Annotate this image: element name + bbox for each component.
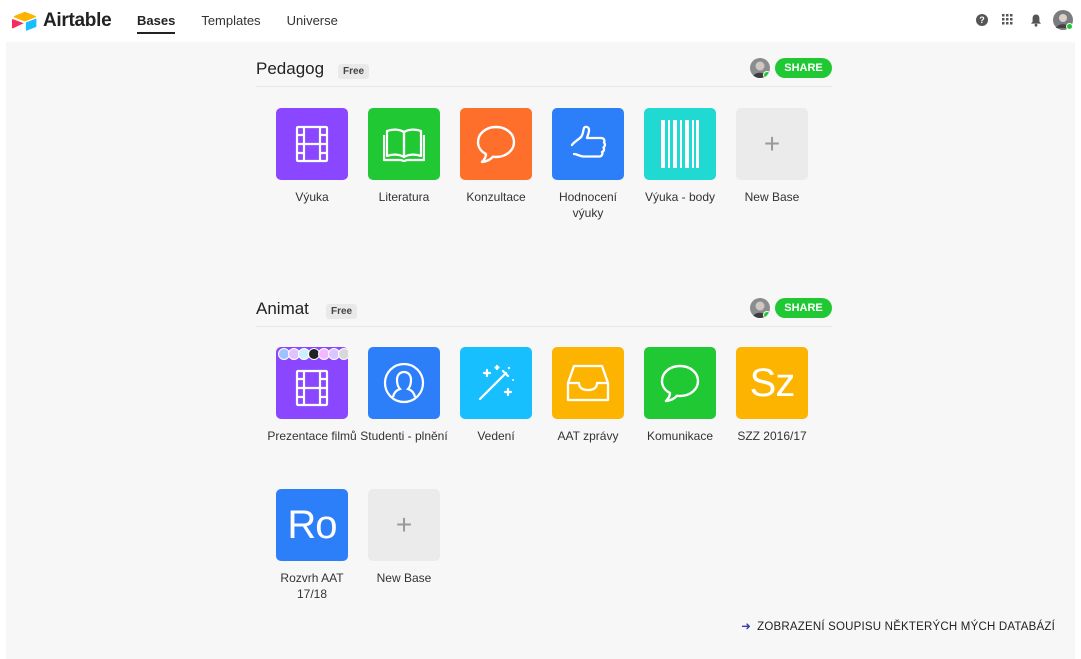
share-button[interactable]: SHARE — [775, 58, 832, 78]
film-icon — [295, 125, 329, 163]
share-button[interactable]: SHARE — [775, 298, 832, 318]
base-tile-rozvrh-aat[interactable]: Ro Rozvrh AAT 17/18 — [266, 489, 358, 602]
footer-caption-text: ZOBRAZENÍ SOUPISU NĚKTERÝCH MÝCH DATABÁZ… — [757, 621, 1055, 633]
base-icon — [552, 108, 624, 180]
base-icon — [460, 108, 532, 180]
inbox-tray-icon — [566, 364, 610, 402]
chat-bubble-icon — [660, 364, 700, 403]
base-tile-konzultace[interactable]: Konzultace — [450, 108, 542, 205]
base-icon: + — [736, 108, 808, 180]
base-icon — [276, 108, 348, 180]
base-initials: Ro — [287, 502, 337, 547]
base-label: New Base — [376, 571, 432, 585]
base-label: Rozvrh AAT 17/18 — [280, 571, 344, 601]
base-icon — [368, 347, 440, 419]
base-tile-aat-zpravy[interactable]: AAT zprávy — [542, 347, 634, 444]
base-icon: Ro — [276, 489, 348, 561]
base-icon: Sz — [736, 347, 808, 419]
chat-bubble-icon — [476, 125, 516, 164]
base-label: Komunikace — [646, 429, 714, 443]
base-initials: Sz — [749, 360, 796, 405]
film-icon — [295, 369, 329, 407]
base-icon — [644, 347, 716, 419]
bell-icon — [1031, 14, 1041, 27]
collaborator-avatar — [750, 298, 770, 318]
workspace-name[interactable]: Animat — [256, 299, 309, 319]
base-label: Výuka - body — [644, 190, 716, 204]
base-label: SZZ 2016/17 — [737, 429, 807, 443]
base-label: Výuka — [295, 190, 329, 204]
base-icon — [276, 347, 348, 419]
airtable-logo-icon — [12, 11, 37, 31]
base-label: Vedení — [477, 429, 515, 443]
plus-icon: + — [763, 128, 781, 159]
new-base-button-pedagog[interactable]: + New Base — [726, 108, 818, 205]
online-status-dot — [763, 71, 770, 78]
base-label: Hodnocení výuky — [558, 190, 618, 220]
base-tile-prezentace-filmu[interactable]: Prezentace filmů — [266, 347, 358, 444]
top-right-icons: ? — [965, 10, 1073, 30]
workspace-name[interactable]: Pedagog — [256, 59, 324, 79]
user-menu-button[interactable] — [1053, 10, 1073, 30]
workspace-header-pedagog: Pedagog Free SHARE — [256, 47, 832, 87]
user-avatar — [1053, 10, 1073, 30]
help-button[interactable]: ? — [972, 10, 992, 30]
base-label: New Base — [744, 190, 800, 204]
online-status-dot — [763, 311, 770, 318]
base-label: AAT zprávy — [557, 429, 619, 443]
base-tile-vyuka[interactable]: Výuka — [266, 108, 358, 205]
thumbs-up-icon — [570, 125, 607, 158]
plan-badge: Free — [326, 304, 358, 319]
base-tile-hodnoceni-vyuky[interactable]: Hodnocení výuky — [542, 108, 634, 221]
base-tile-szz-2016-17[interactable]: Sz SZZ 2016/17 — [726, 347, 818, 444]
base-icon: + — [368, 489, 440, 561]
arrow-right-icon: ➜ — [741, 621, 752, 633]
collaborator-avatar — [750, 58, 770, 78]
base-icon — [644, 108, 716, 180]
airtable-logo[interactable]: Airtable — [12, 10, 112, 32]
base-tile-komunikace[interactable]: Komunikace — [634, 347, 726, 444]
collaborator-dot — [338, 348, 348, 360]
base-tile-vyuka-body[interactable]: Výuka - body — [634, 108, 726, 205]
logo-text: Airtable — [43, 10, 112, 31]
base-label: Literatura — [378, 190, 430, 204]
right-edge — [1075, 42, 1081, 659]
nav-bases[interactable]: Bases — [137, 0, 176, 42]
base-icon — [460, 347, 532, 419]
plan-badge: Free — [338, 64, 370, 79]
barcode-icon — [661, 120, 699, 168]
footer-caption-link[interactable]: ➜ ZOBRAZENÍ SOUPISU NĚKTERÝCH MÝCH DATABÁ… — [741, 619, 1055, 633]
plus-icon: + — [395, 509, 413, 540]
left-edge — [0, 42, 6, 659]
workspace-header-animat: Animat Free SHARE — [256, 287, 832, 327]
nav-universe[interactable]: Universe — [287, 0, 338, 42]
base-tile-vedeni[interactable]: Vedení — [450, 347, 542, 444]
base-tile-studenti-plneni[interactable]: Studenti - plnění — [358, 347, 450, 444]
apps-button[interactable] — [999, 10, 1019, 30]
apps-grid-icon — [1002, 14, 1013, 25]
base-icon — [368, 108, 440, 180]
base-tile-literatura[interactable]: Literatura — [358, 108, 450, 205]
help-icon: ? — [976, 14, 988, 26]
magic-wand-icon — [478, 364, 514, 401]
base-label: Prezentace filmů — [267, 429, 357, 443]
main-nav: Bases Templates Universe — [137, 0, 364, 42]
top-bar: Airtable Bases Templates Universe ? — [0, 0, 1081, 42]
base-icon — [552, 347, 624, 419]
nav-templates[interactable]: Templates — [201, 0, 260, 42]
active-collaborators — [278, 348, 348, 360]
user-silhouette-icon — [383, 362, 425, 404]
new-base-button-animat[interactable]: + New Base — [358, 489, 450, 586]
base-label: Studenti - plnění — [360, 429, 448, 443]
notifications-button[interactable] — [1026, 10, 1046, 30]
book-icon — [383, 128, 425, 162]
base-label: Konzultace — [466, 190, 526, 204]
